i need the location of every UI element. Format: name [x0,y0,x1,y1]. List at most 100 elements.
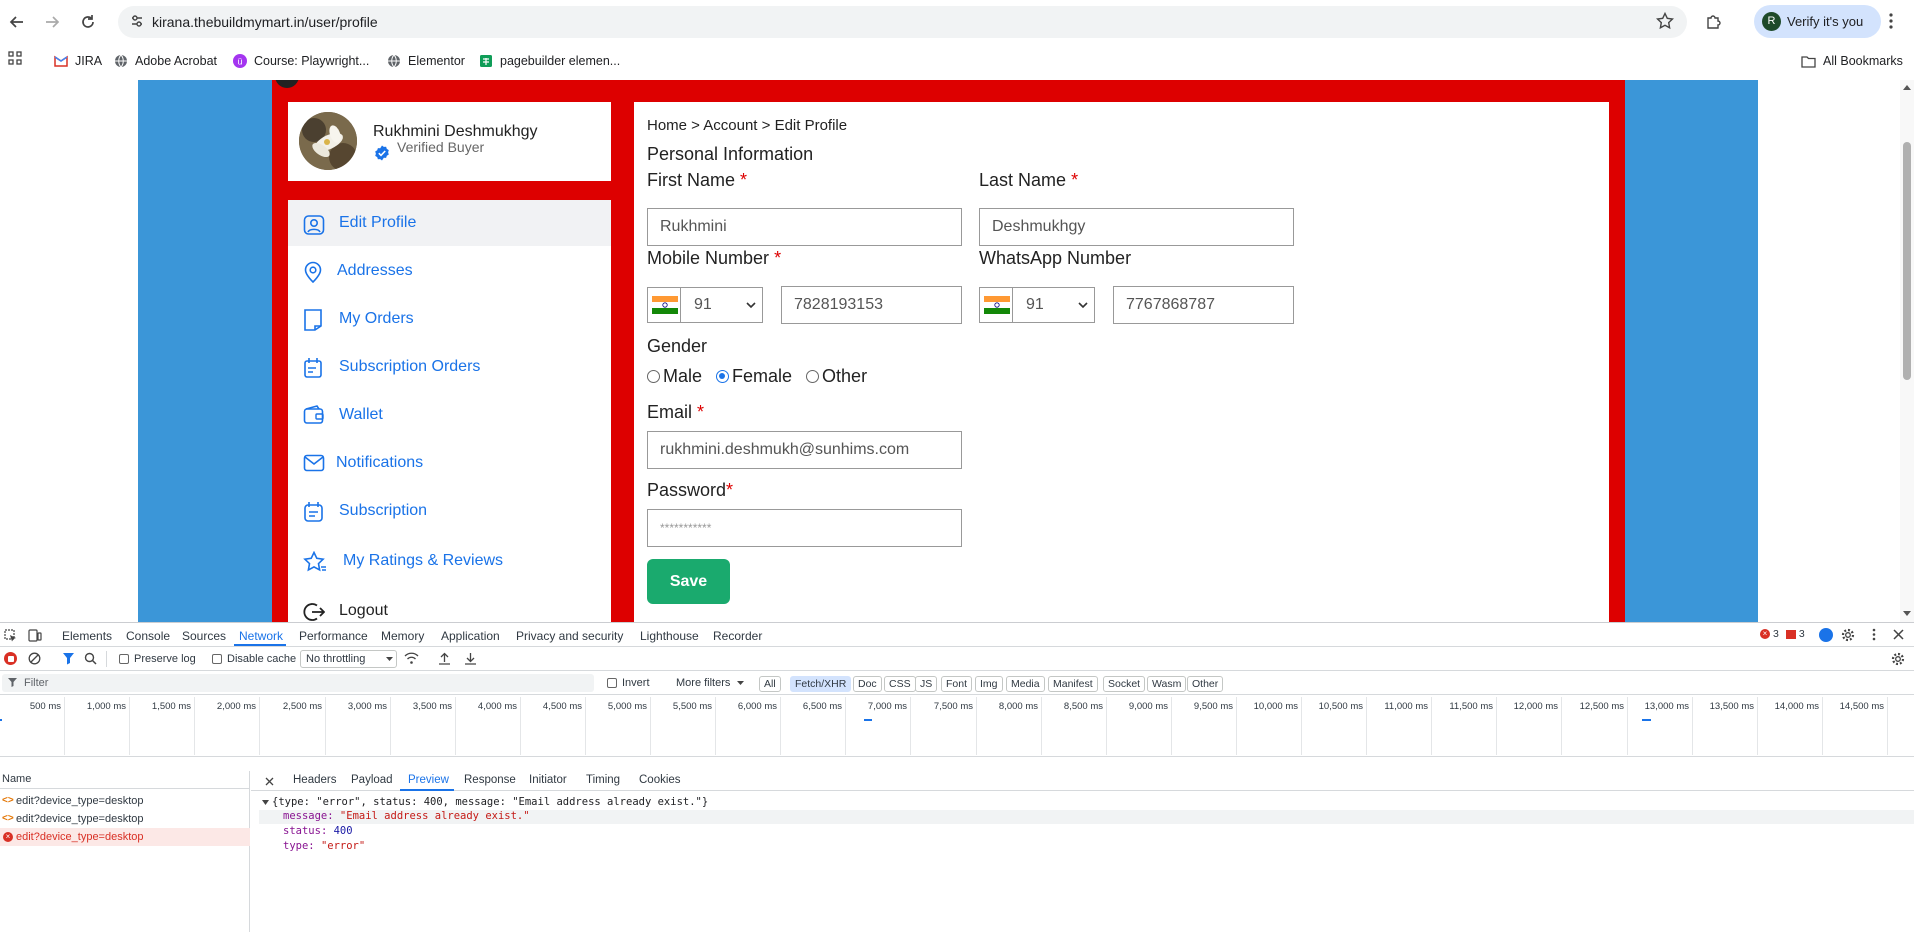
detail-tab-payload[interactable]: Payload [351,774,393,786]
ai-assistance-icon[interactable] [1819,628,1833,642]
network-timeline-overview[interactable]: 500 ms 1,000 ms 1,500 ms 2,000 ms 2,500 ms 3,… [0,695,1914,757]
first-name-input[interactable]: Rukhmini [647,208,962,246]
filter-chip-css[interactable]: CSS [884,676,916,692]
mobile-number-input[interactable]: 7828193153 [781,286,962,324]
devtools-tab-sources[interactable]: Sources [182,629,226,643]
last-name-input[interactable]: Deshmukhgy [979,208,1294,246]
disable-cache-checkbox[interactable] [212,654,222,664]
bookmark-jira[interactable]: JIRA [54,51,102,71]
search-icon[interactable] [84,652,97,665]
verify-profile-button[interactable]: R Verify it's you [1754,5,1881,38]
bookmark-adobe-acrobat[interactable]: Adobe Acrobat [114,51,217,71]
chrome-menu-icon[interactable] [1889,13,1893,29]
filter-input[interactable]: Filter [2,674,594,692]
whatsapp-country-code-select[interactable]: 91 [979,287,1095,323]
back-arrow-icon[interactable] [5,10,29,34]
scroll-up-icon[interactable] [1903,84,1911,90]
menu-item-logout[interactable]: Logout [288,586,611,622]
bookmark-course-playwright[interactable]: ü Course: Playwright... [233,51,369,71]
menu-item-subscription-orders[interactable]: Subscription Orders [288,344,611,390]
bookmark-elementor[interactable]: Elementor [387,51,465,71]
detail-tab-response[interactable]: Response [464,774,516,786]
filter-chip-media[interactable]: Media [1006,676,1045,692]
save-button[interactable]: Save [647,559,730,604]
devtools-tab-console[interactable]: Console [126,629,170,643]
password-input[interactable]: *********** [647,509,962,547]
menu-item-wallet[interactable]: Wallet [288,392,611,438]
udemy-icon: ü [233,54,247,68]
invert-checkbox[interactable] [607,678,617,688]
issues-counter[interactable]: × 3 3 [1760,628,1805,640]
menu-item-notifications[interactable]: Notifications [288,440,611,486]
devtools-tab-memory[interactable]: Memory [381,629,424,643]
bookmark-pagebuilder[interactable]: pagebuilder elemen... [479,51,620,71]
email-input[interactable]: rukhmini.deshmukh@sunhims.com [647,431,962,469]
scrollbar-thumb[interactable] [1903,142,1911,380]
url-text[interactable]: kirana.thebuildmymart.in/user/profile [152,14,378,30]
filter-chip-font[interactable]: Font [941,676,973,692]
detail-tab-initiator[interactable]: Initiator [529,774,567,786]
filter-chip-wasm[interactable]: Wasm [1147,676,1187,692]
request-row-selected[interactable]: × edit?device_type=desktop [0,828,250,846]
filter-chip-manifest[interactable]: Manifest [1048,676,1098,692]
extensions-icon[interactable] [1705,12,1723,30]
request-row[interactable]: <> edit?device_type=desktop [0,810,250,828]
menu-item-addresses[interactable]: Addresses [288,248,611,294]
filter-chip-other[interactable]: Other [1187,676,1224,692]
filter-chip-doc[interactable]: Doc [853,676,882,692]
close-detail-icon[interactable] [265,777,274,786]
filter-chip-socket[interactable]: Socket [1103,676,1146,692]
devtools-tab-elements[interactable]: Elements [62,629,112,643]
filter-chip-img[interactable]: Img [975,676,1003,692]
devtools-tab-recorder[interactable]: Recorder [713,629,762,643]
more-options-icon[interactable] [1872,628,1876,641]
preserve-log-checkbox[interactable] [119,654,129,664]
devtools-tab-application[interactable]: Application [441,629,500,643]
filter-chip-js[interactable]: JS [915,676,938,692]
close-devtools-icon[interactable] [1893,629,1904,640]
import-har-icon[interactable] [438,652,451,665]
menu-item-ratings-reviews[interactable]: My Ratings & Reviews [288,537,611,583]
filter-icon[interactable] [62,652,75,665]
inspect-element-icon[interactable] [4,629,17,642]
export-har-icon[interactable] [464,652,477,665]
menu-item-my-orders[interactable]: My Orders [288,296,611,342]
reload-icon[interactable] [76,10,100,34]
device-toolbar-icon[interactable] [28,629,42,642]
detail-tab-preview[interactable]: Preview [408,774,449,786]
gender-other-radio[interactable] [806,370,820,383]
menu-item-subscription[interactable]: Subscription [288,488,611,534]
devtools-tab-network[interactable]: Network [239,629,283,643]
devtools-tab-privacy[interactable]: Privacy and security [516,629,623,643]
site-info-icon[interactable] [130,14,144,28]
detail-tab-cookies[interactable]: Cookies [639,774,681,786]
filter-chip-all[interactable]: All [759,676,781,692]
all-bookmarks-button[interactable]: All Bookmarks [1801,51,1903,71]
gender-male-label: Male [663,366,703,386]
record-icon[interactable] [4,652,17,665]
menu-item-edit-profile[interactable]: Edit Profile [288,200,611,246]
detail-tab-timing[interactable]: Timing [586,774,620,786]
scroll-down-icon[interactable] [1903,611,1911,617]
apps-grid-icon[interactable] [8,51,22,65]
forward-arrow-icon[interactable] [40,10,64,34]
gender-male-radio[interactable] [647,370,660,383]
clear-icon[interactable] [28,652,41,665]
network-settings-icon[interactable] [1891,652,1905,666]
settings-gear-icon[interactable] [1841,628,1855,642]
mobile-country-code-select[interactable]: 91 [647,287,763,323]
more-filters-dropdown[interactable]: More filters [676,677,730,689]
bookmark-star-icon[interactable] [1656,12,1674,30]
gender-female-radio[interactable] [716,370,730,383]
expand-triangle-icon[interactable] [262,800,269,806]
name-column-header[interactable]: Name [0,771,250,789]
request-row[interactable]: <> edit?device_type=desktop [0,792,250,810]
devtools-tab-performance[interactable]: Performance [299,629,368,643]
filter-chip-fetch-xhr[interactable]: Fetch/XHR [790,676,852,692]
network-conditions-icon[interactable] [404,652,419,665]
page-scrollbar[interactable] [1900,80,1914,622]
whatsapp-number-input[interactable]: 7767868787 [1113,286,1294,324]
devtools-tab-lighthouse[interactable]: Lighthouse [640,629,699,643]
detail-tab-headers[interactable]: Headers [293,774,336,786]
throttling-select[interactable]: No throttling [300,650,397,668]
